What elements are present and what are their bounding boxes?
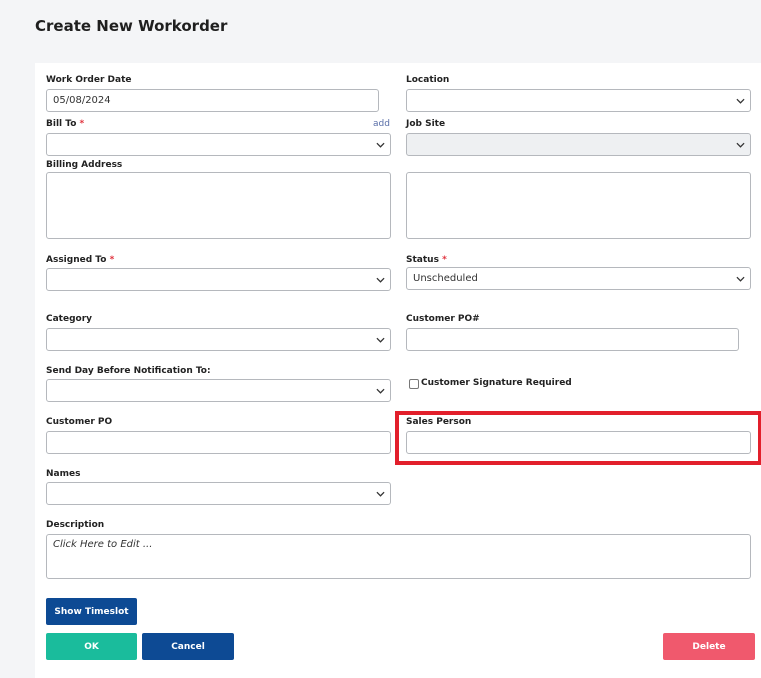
bill-to-add-link[interactable]: add [373,119,390,129]
category-label: Category [46,314,93,324]
customer-po-label: Customer PO [46,417,113,427]
send-day-before-label: Send Day Before Notification To: [46,366,211,376]
description-editor[interactable]: Click Here to Edit ... [46,534,751,579]
assigned-to-select[interactable] [46,268,391,291]
status-select[interactable]: Unscheduled [406,267,751,290]
sales-person-highlight-box [395,411,761,465]
chevron-down-icon [376,491,385,497]
job-site-label: Job Site [406,119,446,129]
bill-to-label-text: Bill To [46,119,77,129]
assigned-to-label: Assigned To * [46,255,114,265]
chevron-down-icon [376,337,385,343]
send-day-before-select[interactable] [46,379,391,402]
show-timeslot-button[interactable]: Show Timeslot [46,598,137,625]
customer-signature-checkbox[interactable] [409,379,419,389]
assigned-to-label-text: Assigned To [46,255,107,265]
chevron-down-icon [736,142,745,148]
customer-signature-label: Customer Signature Required [421,378,572,388]
chevron-down-icon [736,276,745,282]
chevron-down-icon [376,388,385,394]
chevron-down-icon [376,142,385,148]
status-label-text: Status [406,255,439,265]
job-site-select[interactable] [406,133,751,156]
page-title: Create New Workorder [35,17,228,35]
category-select[interactable] [46,328,391,351]
required-mark: * [442,255,447,265]
bill-to-label: Bill To * [46,119,84,129]
customer-po-number-input[interactable] [406,328,739,351]
chevron-down-icon [736,98,745,104]
bill-to-select[interactable] [46,133,391,156]
job-site-address-textarea[interactable] [406,172,751,239]
ok-button[interactable]: OK [46,633,137,660]
work-order-date-value: 05/08/2024 [53,95,111,106]
delete-button[interactable]: Delete [663,633,755,660]
customer-po-number-label: Customer PO# [406,314,480,324]
billing-address-label: Billing Address [46,160,123,170]
work-order-date-input[interactable]: 05/08/2024 [46,89,379,112]
location-label: Location [406,75,450,85]
description-placeholder: Click Here to Edit ... [53,539,153,550]
cancel-button[interactable]: Cancel [142,633,234,660]
required-mark: * [109,255,115,265]
chevron-down-icon [376,277,385,283]
required-mark: * [79,119,85,129]
status-value: Unscheduled [413,273,478,284]
names-label: Names [46,469,81,479]
status-label: Status * [406,255,447,265]
description-label: Description [46,520,105,530]
work-order-date-label: Work Order Date [46,75,132,85]
names-select[interactable] [46,482,391,505]
billing-address-textarea[interactable] [46,172,391,239]
location-select[interactable] [406,89,751,112]
customer-po-input[interactable] [46,431,391,454]
